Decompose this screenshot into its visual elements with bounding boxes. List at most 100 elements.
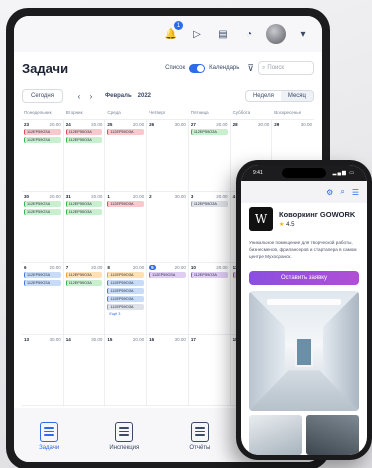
calendar-day-cell[interactable]: 3 20.00 112ЕР59ОЗА (188, 191, 231, 263)
event-chip[interactable]: 112ЕР59ОЗА (107, 280, 145, 286)
view-toggle[interactable] (189, 63, 206, 73)
event-chip[interactable]: 112ЕР59ОЗА (24, 137, 61, 143)
venue-logo: W (249, 207, 273, 231)
tab-item[interactable]: Задачи (39, 421, 59, 451)
event-chip[interactable]: 112ЕР59ОЗА (24, 129, 61, 135)
calendar-day-cell[interactable]: 10 20.00 112ЕР59ОЗА (188, 263, 231, 335)
tasks-icon (40, 421, 59, 442)
notification-badge: 1 (174, 21, 183, 30)
list-view-label[interactable]: Список (165, 65, 185, 71)
event-chip[interactable]: 112ЕР59ОЗА (65, 280, 103, 286)
chat-icon[interactable]: ▤ (214, 25, 232, 43)
calendar-day-cell[interactable]: 7 20.00 112ЕР59ОЗА 112ЕР59ОЗА (63, 263, 106, 335)
day-number: 17 (190, 336, 196, 342)
weekday-label: Воскресенье (274, 110, 302, 115)
tab-item[interactable]: Отчёты (189, 421, 210, 451)
calendar-day-cell[interactable]: 14 30.00 (63, 334, 106, 406)
search-icon[interactable]: ⌕ (340, 187, 344, 197)
day-number: 28 (232, 122, 238, 127)
next-month-button[interactable]: › (85, 92, 97, 101)
day-time: 20.00 (49, 193, 61, 199)
photo-thumbnail[interactable] (249, 415, 302, 455)
calendar-day-cell[interactable]: 17 (188, 334, 231, 406)
event-chip[interactable]: 112ЕР59ОЗА (107, 200, 145, 207)
calendar-nav: Сегодня ‹ › Февраль 2022 Неделя Месяц (22, 88, 314, 104)
bell-icon[interactable]: 🔔 1 (162, 21, 183, 43)
year-label: 2022 (137, 93, 152, 99)
event-chip[interactable]: 112ЕР59ОЗА (65, 272, 103, 278)
calendar-day-cell[interactable]: 30 20.00 112ЕР59ОЗА 112ЕР59ОЗА (22, 191, 64, 263)
book-button[interactable]: Оставить заявку (249, 271, 359, 285)
header-controls: Список Календарь ⊽ ⌕ Поиск (165, 61, 314, 75)
calendar-day-cell[interactable]: 24 20.00 112ЕР59ОЗА 112ЕР59ОЗА (63, 120, 106, 192)
calendar-day-cell[interactable]: 25 20.00 112ЕР59ОЗА (105, 120, 148, 192)
event-chip[interactable]: 112ЕР59ОЗА (190, 129, 228, 135)
calendar-day-cell[interactable]: 23 20.00 112ЕР59ОЗА 112ЕР59ОЗА (22, 120, 64, 192)
photo-door (295, 336, 313, 367)
event-chip[interactable]: 112ЕР59ОЗА (65, 200, 103, 207)
day-number: 15 (107, 336, 113, 342)
month-tab[interactable]: Месяц (280, 91, 313, 101)
photo-thumbnail[interactable] (306, 415, 359, 455)
event-chip[interactable]: 112ЕР59ОЗА (190, 200, 228, 207)
dynamic-island (282, 168, 326, 178)
phone-device: 9:41 ▂▄▆ ▭ ⚙ ⌕ ☰ W Коворкинг GOWORK ★ 4.… (236, 160, 372, 460)
page-header: Задачи Список Календарь ⊽ ⌕ Поиск (22, 56, 314, 80)
event-chip[interactable]: 112ЕР59ОЗА (65, 129, 103, 135)
top-toolbar: 🔔 1 ▷ ▤ ◔ ▾ (14, 16, 322, 52)
event-chip[interactable]: 112ЕР59ОЗА (107, 304, 145, 310)
day-number: 8 (107, 265, 110, 270)
chevron-down-icon[interactable]: ▾ (294, 25, 312, 43)
settings-icon[interactable]: ⚙ (326, 188, 333, 197)
avatar[interactable] (266, 24, 286, 44)
search-input[interactable]: ⌕ Поиск (258, 61, 314, 75)
day-number: 25 (107, 122, 113, 127)
event-chip[interactable]: 112ЕР59ОЗА (107, 129, 145, 135)
menu-icon[interactable]: ☰ (352, 188, 359, 197)
event-chip[interactable]: 112ЕР59ОЗА (107, 288, 145, 294)
search-placeholder: Поиск (267, 65, 285, 71)
event-chip[interactable]: 112ЕР59ОЗА (149, 272, 186, 278)
day-time: 20.00 (91, 193, 103, 199)
day-number: 9 (149, 265, 156, 270)
day-number: 7 (65, 265, 69, 270)
event-chip[interactable]: 112ЕР59ОЗА (24, 272, 61, 278)
event-chip[interactable]: 112ЕР59ОЗА (65, 137, 103, 143)
prev-month-button[interactable]: ‹ (73, 92, 85, 101)
calendar-day-cell[interactable]: 2 30.00 (147, 191, 189, 263)
day-time: 20.00 (49, 265, 61, 270)
calendar-day-cell[interactable]: 16 30.00 (147, 334, 189, 406)
lock-icon[interactable]: ◔ (240, 25, 258, 43)
calendar-day-cell[interactable]: 6 20.00 112ЕР59ОЗА 112ЕР59ОЗА (22, 263, 64, 335)
event-chip[interactable]: 112ЕР59ОЗА (24, 280, 61, 286)
today-button[interactable]: Сегодня (22, 89, 63, 103)
calendar-day-cell[interactable]: 15 20.00 (105, 334, 148, 406)
calendar-day-cell[interactable]: 9 20.00 112ЕР59ОЗА (147, 263, 189, 335)
event-chip[interactable]: 112ЕР59ОЗА (190, 272, 228, 278)
calendar-day-cell[interactable]: 13 30.00 (22, 334, 64, 406)
calendar-view-label[interactable]: Календарь (209, 65, 239, 71)
calendar-day-cell[interactable]: 8 20.00 112ЕР59ОЗА 112ЕР59ОЗА 112ЕР59ОЗА 112Е… (105, 263, 148, 335)
day-number: 4 (232, 193, 236, 199)
day-time: 20.00 (216, 122, 228, 127)
day-time: 30.00 (300, 122, 312, 127)
more-events-link[interactable]: Ещё 3 (107, 312, 144, 316)
event-chip[interactable]: 112ЕР59ОЗА (65, 208, 103, 215)
event-chip[interactable]: 112ЕР59ОЗА (24, 200, 61, 207)
day-number: 30 (24, 193, 30, 199)
event-chip[interactable]: 112ЕР59ОЗА (107, 296, 145, 302)
event-chip[interactable]: 112ЕР59ОЗА (107, 272, 145, 278)
calendar-day-cell[interactable]: 1 20.00 112ЕР59ОЗА (105, 191, 148, 263)
calendar-day-cell[interactable]: 31 20.00 112ЕР59ОЗА 112ЕР59ОЗА (63, 191, 106, 263)
calendar-day-cell[interactable]: 27 20.00 112ЕР59ОЗА (188, 120, 231, 192)
week-tab[interactable]: Неделя (246, 91, 281, 101)
event-chip[interactable]: 112ЕР59ОЗА (24, 208, 61, 215)
calendar-day-cell[interactable]: 26 30.00 (147, 120, 189, 192)
day-time: 30.00 (91, 336, 103, 342)
filter-icon[interactable]: ⊽ (247, 63, 254, 74)
day-time: 20.00 (216, 193, 228, 199)
play-icon[interactable]: ▷ (188, 25, 206, 43)
tab-item[interactable]: Инспекция (109, 421, 139, 451)
search-icon: ⌕ (262, 64, 266, 71)
venue-photo[interactable] (249, 291, 359, 411)
